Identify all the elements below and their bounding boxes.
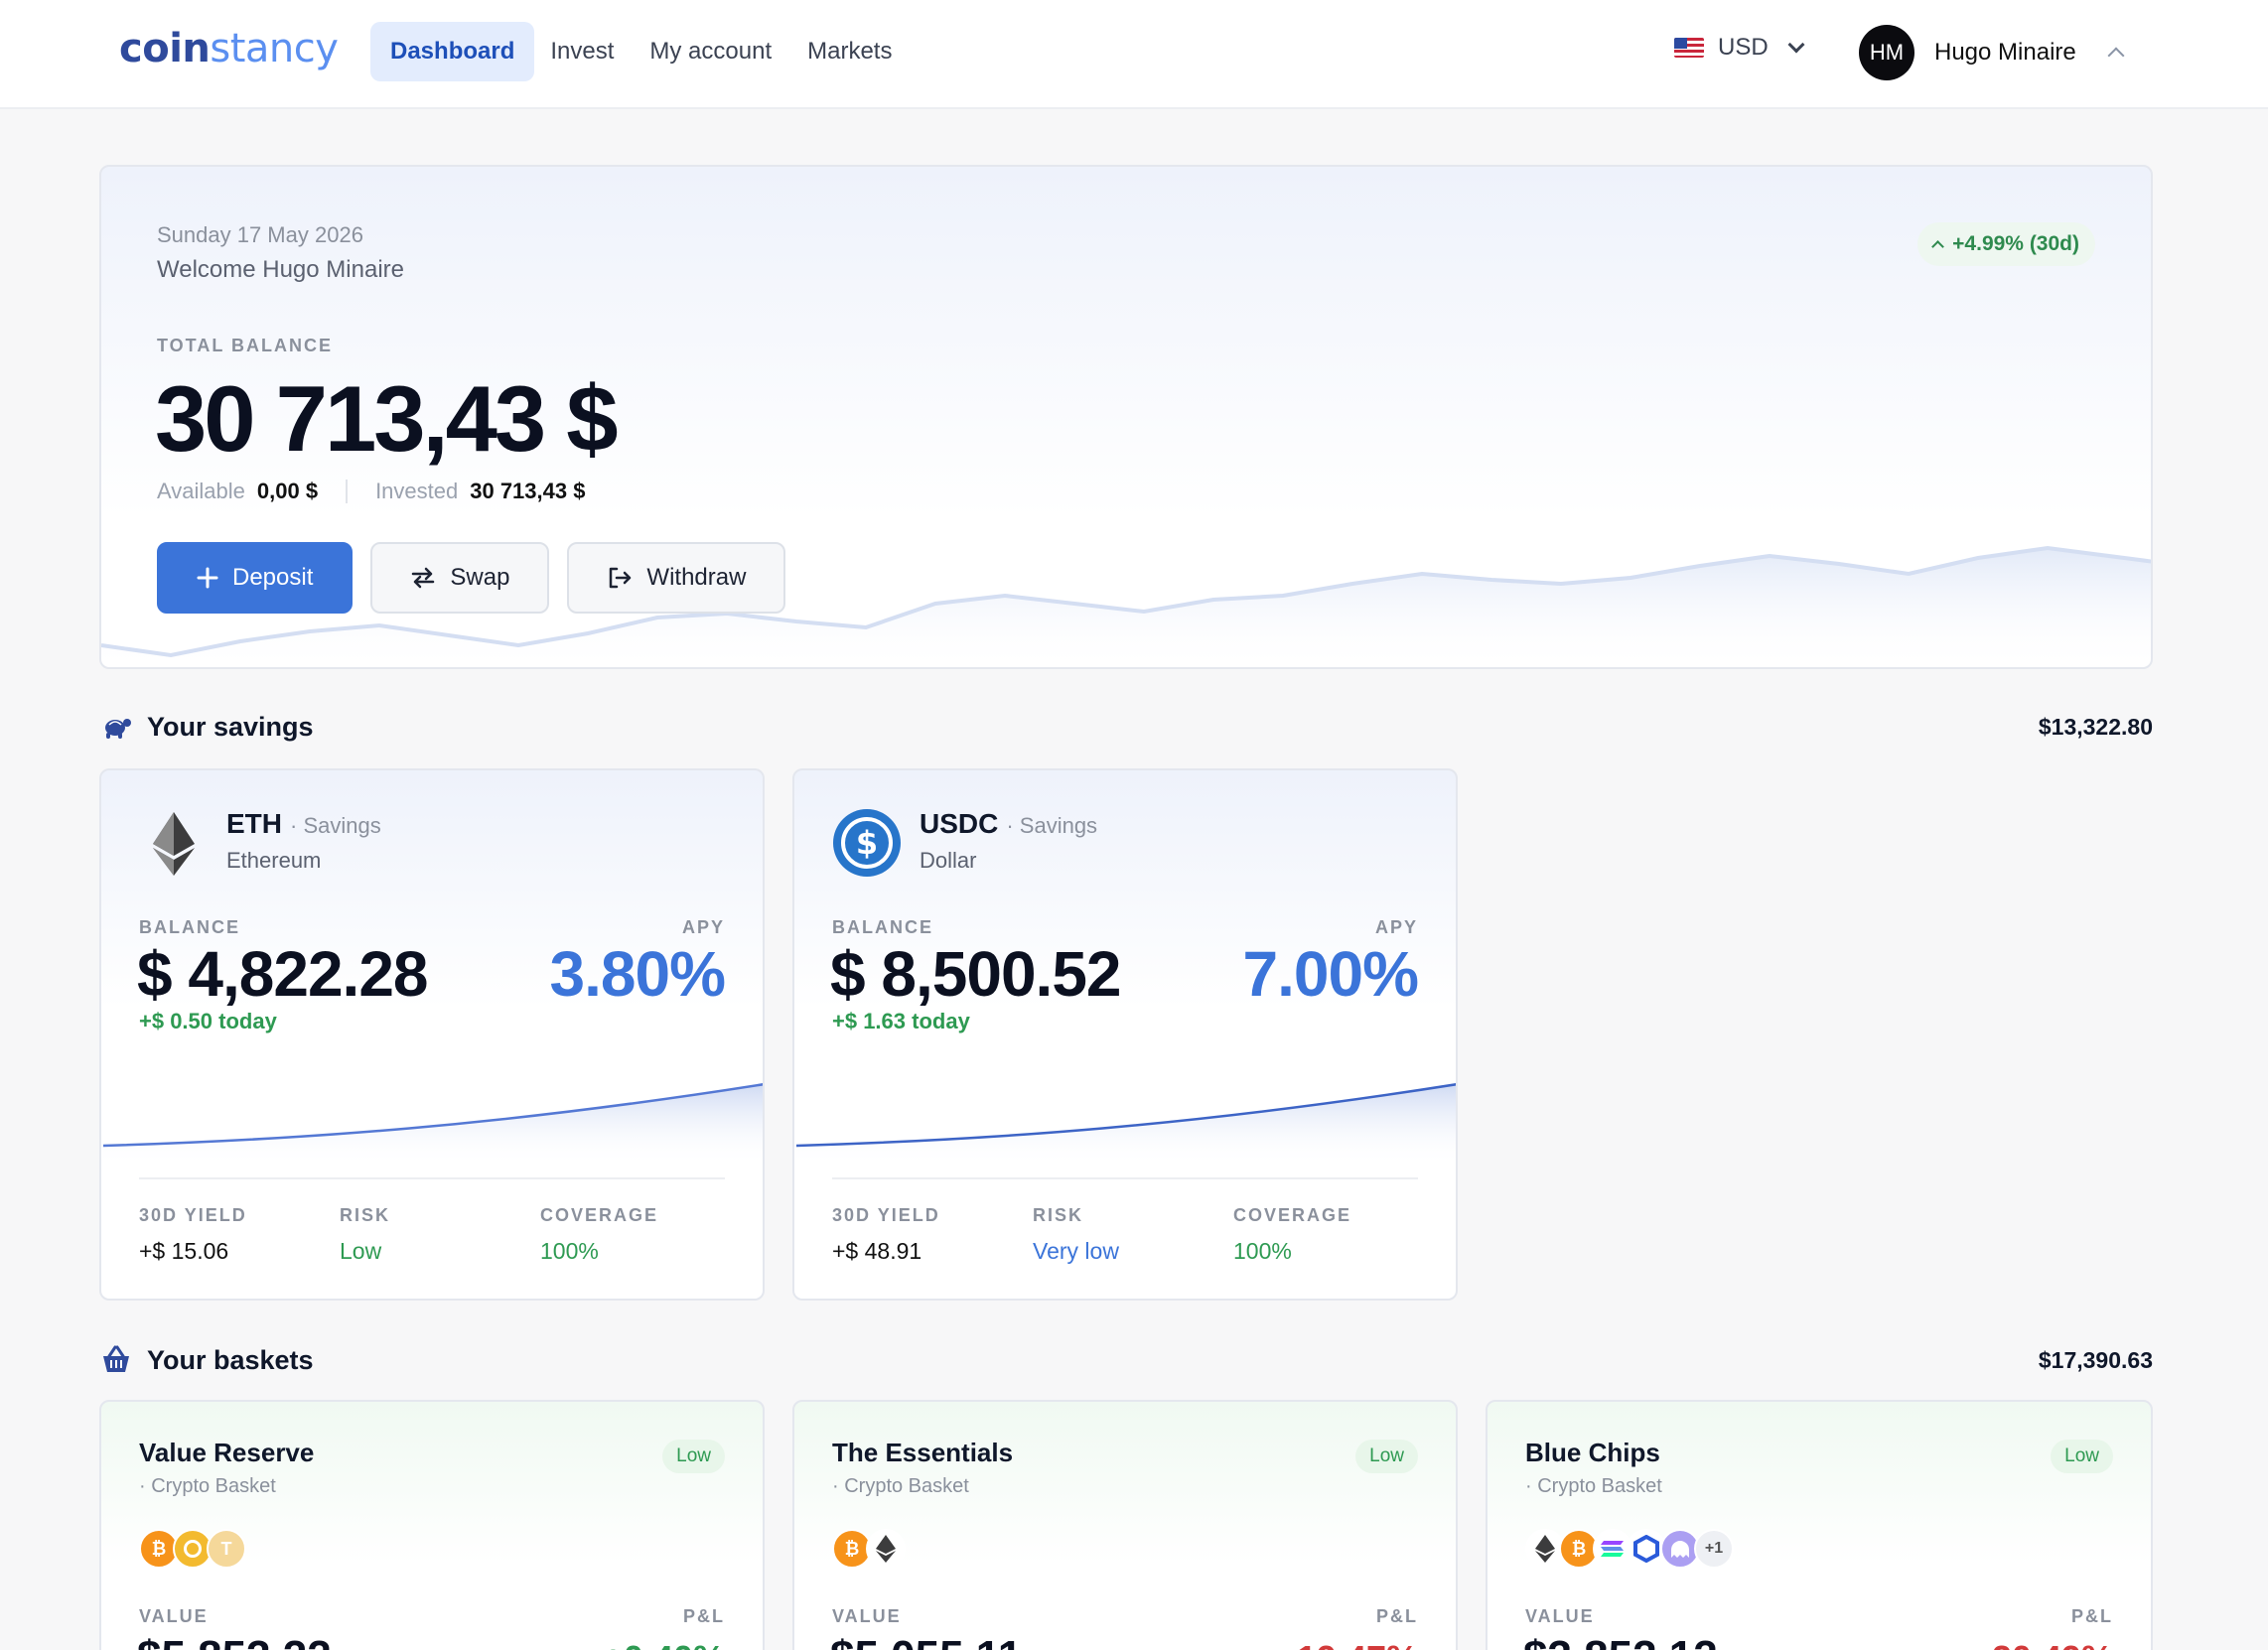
- stat-risk: RISK Low: [340, 1205, 391, 1264]
- nav-invest[interactable]: Invest: [550, 22, 614, 81]
- baskets-total: $17,390.63: [2038, 1346, 2153, 1373]
- invested-value: 30 713,43 $: [470, 479, 586, 503]
- more-coins-badge: +1: [1694, 1529, 1734, 1569]
- user-menu[interactable]: HM Hugo Minaire: [1859, 25, 2125, 80]
- basket-card-the-essentials[interactable]: The Essentials · Crypto Basket Low ₿ VAL…: [792, 1400, 1458, 1650]
- basket-name: Blue Chips: [1525, 1438, 1660, 1467]
- today-gain: +$ 1.63 today: [832, 1009, 970, 1033]
- savings-card-eth[interactable]: ETH · Savings Ethereum BALANCE APY $ 4,82…: [99, 768, 765, 1301]
- svg-text:$: $: [856, 824, 878, 862]
- yield-curve-chart: [796, 1083, 1456, 1166]
- nav-dashboard[interactable]: Dashboard: [370, 22, 535, 81]
- nav-markets[interactable]: Markets: [807, 22, 892, 81]
- stat-coverage: COVERAGE 100%: [540, 1205, 659, 1264]
- currency-selector[interactable]: USD: [1674, 34, 1805, 62]
- risk-badge: Low: [662, 1440, 725, 1473]
- yield-curve-chart: [103, 1083, 763, 1166]
- caret-up-icon: [1931, 239, 1945, 253]
- savings-card-usdc[interactable]: $ USDC · Savings Dollar BALANCE APY $ 8,5…: [792, 768, 1458, 1301]
- swap-button[interactable]: Swap: [370, 542, 550, 614]
- main-nav: Dashboard Invest My account Markets: [370, 22, 908, 81]
- chevron-down-icon: [1787, 36, 1805, 54]
- basket-kind: · Crypto Basket: [1525, 1475, 1662, 1497]
- usdc-icon: $: [833, 809, 901, 877]
- balance-overview-card: Sunday 17 May 2026 Welcome Hugo Minaire …: [99, 165, 2153, 669]
- nav-my-account[interactable]: My account: [649, 22, 772, 81]
- basket-value: $5,853.22: [137, 1632, 332, 1650]
- basket-value: $5,055.11: [830, 1632, 1022, 1650]
- basket-pnl: -20.49%: [1980, 1638, 2113, 1650]
- currency-label: USD: [1718, 34, 1769, 61]
- hero-actions: Deposit Swap Withdraw: [157, 542, 786, 614]
- savings-apy: 3.80%: [549, 938, 726, 1010]
- basket-card-blue-chips[interactable]: Blue Chips · Crypto Basket Low ₿ +1 VALU…: [1486, 1400, 2153, 1650]
- user-name: Hugo Minaire: [1934, 39, 2076, 66]
- basket-pnl: +0.40%: [603, 1638, 725, 1650]
- basket-value: $3,852.12: [1523, 1632, 1718, 1650]
- welcome-message: Welcome Hugo Minaire: [157, 256, 404, 283]
- savings-balance: $ 4,822.28: [137, 938, 428, 1010]
- baskets-title: Your baskets: [147, 1344, 314, 1375]
- withdraw-button[interactable]: Withdraw: [567, 542, 786, 614]
- stat-30d-yield: 30D YIELD +$ 48.91: [832, 1205, 940, 1264]
- basket-name: Value Reserve: [139, 1438, 315, 1467]
- savings-total: $13,322.80: [2038, 713, 2153, 740]
- tether-gold-icon: T: [207, 1529, 246, 1569]
- basket-kind: · Crypto Basket: [139, 1475, 276, 1497]
- basket-icon: [103, 1345, 129, 1372]
- coin-name: Dollar: [920, 848, 977, 873]
- basket-coins: ₿ +1: [1525, 1529, 1734, 1569]
- balance-breakdown: Available 0,00 $ Invested 30 713,43 $: [157, 479, 586, 503]
- basket-coins: ₿: [832, 1529, 906, 1569]
- today-gain: +$ 0.50 today: [139, 1009, 277, 1033]
- stat-30d-yield: 30D YIELD +$ 15.06: [139, 1205, 247, 1264]
- savings-title: Your savings: [147, 711, 314, 742]
- chevron-up-icon: [2107, 47, 2125, 65]
- basket-pnl: -19.47%: [1285, 1638, 1418, 1650]
- available-value: 0,00 $: [256, 479, 319, 503]
- plus-icon: [197, 567, 218, 589]
- savings-apy: 7.00%: [1242, 938, 1419, 1010]
- stat-risk: RISK Very low: [1033, 1205, 1119, 1264]
- swap-icon: [412, 567, 435, 589]
- coinstancy-logo[interactable]: coinstancy: [119, 26, 339, 71]
- total-balance-label: TOTAL BALANCE: [157, 336, 333, 355]
- risk-badge: Low: [1355, 1440, 1418, 1473]
- basket-coins: ₿ T: [139, 1529, 246, 1569]
- ethereum-icon: [153, 812, 195, 876]
- ethereum-icon: [866, 1529, 906, 1569]
- baskets-section-header: Your baskets $17,390.63: [99, 1340, 2153, 1380]
- basket-card-value-reserve[interactable]: Value Reserve · Crypto Basket Low ₿ T VA…: [99, 1400, 765, 1650]
- avatar: HM: [1859, 25, 1914, 80]
- deposit-button[interactable]: Deposit: [157, 542, 354, 614]
- savings-section-header: Your savings $13,322.80: [99, 707, 2153, 747]
- coin-symbol: ETH: [226, 808, 282, 839]
- turtle-icon: [105, 719, 131, 739]
- balance-change-badge: +4.99% (30d): [1917, 222, 2095, 266]
- logout-icon: [610, 567, 632, 589]
- basket-name: The Essentials: [832, 1438, 1014, 1467]
- us-flag-icon: [1674, 38, 1704, 58]
- risk-badge: Low: [2051, 1440, 2113, 1473]
- savings-balance: $ 8,500.52: [830, 938, 1121, 1010]
- top-header: coinstancy Dashboard Invest My account M…: [0, 0, 2268, 109]
- total-balance-value: 30 713,43 $: [155, 366, 619, 471]
- coin-symbol: USDC: [920, 808, 999, 839]
- stat-coverage: COVERAGE 100%: [1233, 1205, 1352, 1264]
- basket-kind: · Crypto Basket: [832, 1475, 969, 1497]
- current-date: Sunday 17 May 2026: [157, 222, 363, 247]
- coin-name: Ethereum: [226, 848, 322, 873]
